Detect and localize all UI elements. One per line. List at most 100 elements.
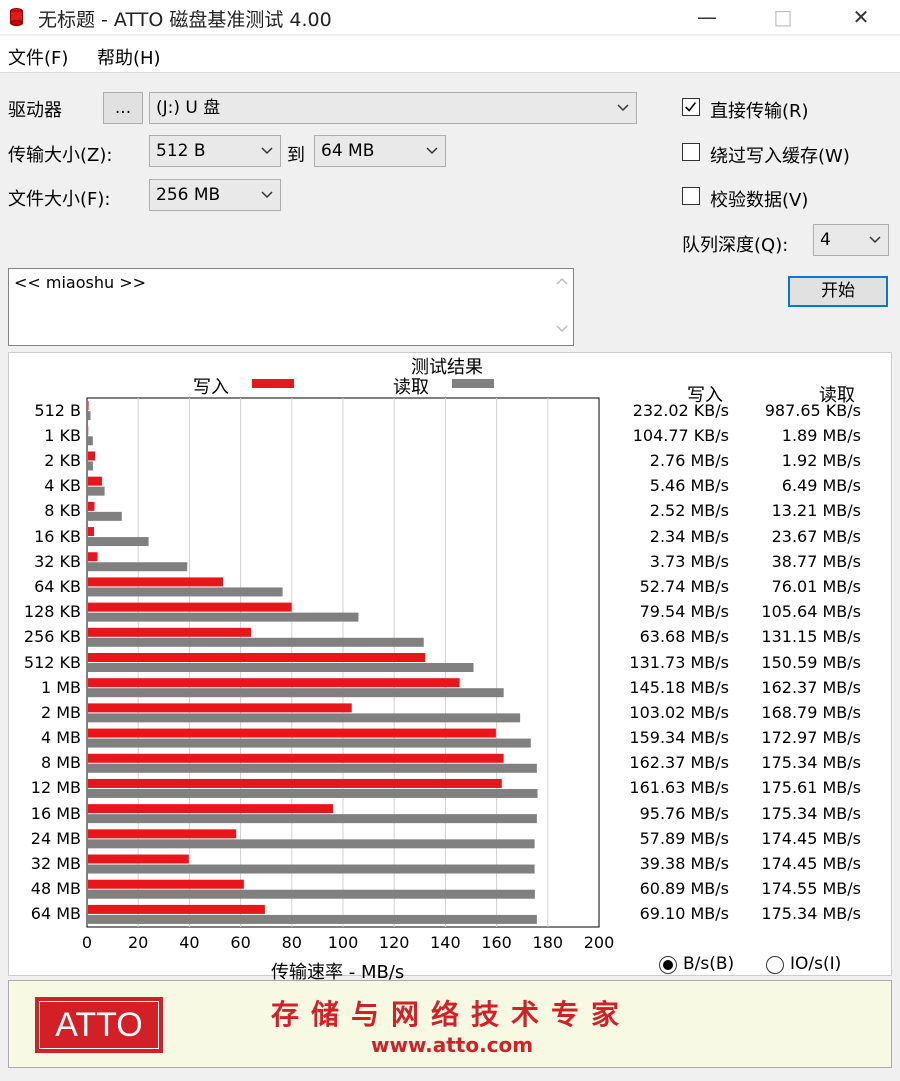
bypass-cache-checkbox[interactable]	[682, 143, 700, 161]
read-value: 172.97 MB/s	[761, 728, 861, 748]
write-bar-0	[88, 401, 89, 411]
read-bar-3	[88, 486, 105, 496]
write-value: 104.77 KB/s	[632, 425, 729, 445]
write-bar-5	[88, 527, 94, 537]
maximize-button[interactable]: □	[754, 0, 812, 34]
drive-value: (J:) U 盘	[156, 98, 221, 118]
direct-io-checkbox[interactable]	[682, 98, 700, 116]
transfer-size-label: 传输大小(Z):	[8, 145, 113, 166]
read-bar-16	[88, 814, 537, 824]
browse-button[interactable]: ...	[103, 92, 143, 124]
menu-file[interactable]: 文件(F)	[8, 44, 68, 70]
x-tick-label: 60	[230, 933, 251, 952]
file-size-select[interactable]: 256 MB	[149, 179, 281, 211]
verify-data-checkbox[interactable]	[682, 187, 700, 205]
write-bar-4	[88, 501, 95, 511]
read-bar-19	[88, 889, 535, 899]
row-label: 1 MB	[40, 677, 81, 697]
chevron-down-icon	[261, 191, 273, 199]
scroll-up-icon[interactable]	[556, 277, 568, 285]
write-bar-11	[88, 678, 460, 688]
drive-label: 驱动器	[8, 100, 62, 121]
start-button[interactable]: 开始	[788, 276, 888, 307]
write-value: 79.54 MB/s	[639, 602, 729, 622]
drive-select[interactable]: (J:) U 盘	[149, 92, 637, 124]
read-bar-18	[88, 864, 535, 874]
menu-help[interactable]: 帮助(H)	[97, 44, 161, 70]
write-value: 131.73 MB/s	[629, 652, 729, 672]
write-value: 103.02 MB/s	[629, 702, 729, 722]
banner-url[interactable]: www.atto.com	[371, 1033, 533, 1057]
read-bar-2	[88, 461, 93, 471]
row-label: 32 KB	[34, 551, 81, 571]
x-tick-label: 80	[281, 933, 302, 952]
write-value: 39.38 MB/s	[639, 854, 729, 874]
write-value: 161.63 MB/s	[629, 778, 729, 798]
write-value: 2.52 MB/s	[649, 501, 729, 521]
write-bar-8	[88, 602, 292, 612]
menu-bar: 文件(F) 帮助(H)	[0, 36, 900, 73]
read-value: 38.77 MB/s	[771, 551, 861, 571]
verify-data-label[interactable]: 校验数据(V)	[710, 186, 808, 212]
read-bar-17	[88, 839, 535, 849]
write-value: 69.10 MB/s	[639, 904, 729, 924]
read-value: 6.49 MB/s	[781, 476, 861, 496]
write-bar-6	[88, 552, 98, 562]
atto-banner[interactable]: ATTO 存储与网络技术专家 www.atto.com	[8, 980, 892, 1068]
scroll-down-icon[interactable]	[556, 325, 568, 333]
x-tick-label: 20	[128, 933, 149, 952]
row-label: 2 MB	[40, 702, 81, 722]
read-value: 23.67 MB/s	[771, 526, 861, 546]
row-label: 512 B	[34, 400, 81, 420]
minimize-button[interactable]: —	[678, 0, 736, 34]
x-tick-label: 120	[378, 933, 410, 952]
row-label: 4 KB	[44, 476, 81, 496]
row-label: 4 MB	[40, 728, 81, 748]
read-value: 175.34 MB/s	[761, 904, 861, 924]
transfer-rate-chart	[86, 397, 600, 928]
read-bar-7	[88, 587, 283, 597]
results-panel: 测试结果 写入 读取 写入 读取 512 B1 KB 2 KB 4 KB 8 KB 16…	[8, 352, 892, 983]
chevron-down-icon	[869, 236, 881, 244]
write-bar-14	[88, 753, 504, 763]
read-value: 1.89 MB/s	[781, 425, 861, 445]
x-tick-label: 40	[179, 933, 200, 952]
transfer-from-select[interactable]: 512 B	[149, 135, 281, 167]
read-value: 175.34 MB/s	[761, 803, 861, 823]
read-bar-5	[88, 537, 149, 547]
read-value: 76.01 MB/s	[771, 576, 861, 596]
unit-ios-radio[interactable]	[766, 956, 784, 974]
unit-bs-label[interactable]: B/s(B)	[683, 954, 734, 974]
read-value: 174.55 MB/s	[761, 879, 861, 899]
transfer-to-select[interactable]: 64 MB	[314, 135, 446, 167]
read-value: 168.79 MB/s	[761, 702, 861, 722]
read-bar-10	[88, 663, 474, 672]
read-bar-6	[88, 562, 188, 572]
disk-app-icon	[10, 8, 23, 26]
queue-depth-select[interactable]: 4	[813, 224, 889, 256]
description-textarea[interactable]: << miaoshu >>	[8, 268, 574, 346]
write-value: 60.89 MB/s	[639, 879, 729, 899]
row-label: 48 MB	[30, 879, 81, 899]
direct-io-label[interactable]: 直接传输(R)	[710, 97, 809, 123]
row-label: 8 MB	[40, 753, 81, 773]
write-value: 5.46 MB/s	[649, 476, 729, 496]
window-title: 无标题 - ATTO 磁盘基准测试 4.00	[38, 9, 332, 31]
transfer-from-value: 512 B	[156, 141, 206, 161]
bypass-cache-label[interactable]: 绕过写入缓存(W)	[710, 142, 850, 168]
banner-slogan: 存储与网络技术专家	[271, 998, 632, 1031]
description-scrollbar[interactable]	[551, 269, 573, 345]
read-bar-14	[88, 763, 537, 773]
file-size-label: 文件大小(F):	[8, 189, 111, 210]
write-bar-12	[88, 703, 352, 713]
write-bar-19	[88, 879, 244, 889]
read-bar-1	[88, 436, 93, 446]
write-bar-17	[88, 829, 237, 839]
close-button[interactable]: ✕	[832, 0, 890, 34]
x-tick-label: 140	[430, 933, 461, 952]
unit-bs-radio[interactable]	[659, 956, 677, 974]
x-tick-label: 0	[81, 933, 93, 952]
read-value: 1.92 MB/s	[781, 450, 861, 470]
unit-ios-label[interactable]: IO/s(I)	[790, 954, 841, 974]
read-value: 174.45 MB/s	[761, 828, 861, 848]
